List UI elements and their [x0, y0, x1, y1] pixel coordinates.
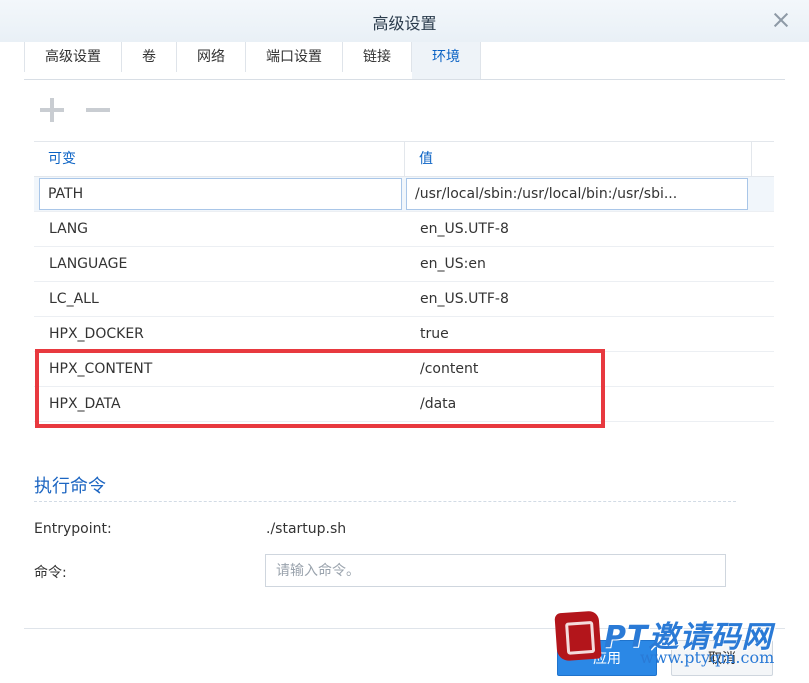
table-row[interactable]: HPX_DOCKER true [34, 317, 774, 352]
close-icon[interactable] [771, 10, 791, 30]
table-header: 可变 值 [34, 142, 774, 177]
variable-value: /data [420, 396, 457, 412]
tab-volume[interactable]: 卷 [122, 42, 177, 72]
section-divider [34, 501, 736, 502]
tab-bar: 高级设置 卷 网络 端口设置 链接 环境 [24, 42, 785, 80]
dialog-title: 高级设置 [372, 14, 437, 33]
variable-name: HPX_DOCKER [49, 326, 144, 342]
command-label: 命令: [34, 565, 67, 581]
entrypoint-value: ./startup.sh [266, 521, 347, 537]
column-header-variable[interactable]: 可变 [34, 142, 405, 176]
tab-links[interactable]: 链接 [343, 42, 412, 72]
add-variable-icon[interactable] [38, 96, 66, 124]
variable-name: HPX_DATA [49, 396, 121, 412]
table-row[interactable]: LANG en_US.UTF-8 [34, 212, 774, 247]
apply-button[interactable]: 应用 [557, 640, 657, 676]
footer-divider [24, 628, 785, 629]
tab-environment[interactable]: 环境 [412, 42, 481, 79]
env-toolbar [38, 96, 112, 126]
variable-name: LANG [49, 221, 89, 237]
variable-value: en_US.UTF-8 [420, 291, 509, 307]
tab-advanced-settings[interactable]: 高级设置 [24, 42, 122, 72]
variable-value: en_US.UTF-8 [420, 221, 509, 237]
command-input[interactable] [265, 554, 726, 587]
entrypoint-label: Entrypoint: [34, 521, 112, 537]
variable-value: true [420, 326, 449, 342]
tab-port-settings[interactable]: 端口设置 [246, 42, 343, 72]
exec-command-section-title: 执行命令 [34, 476, 106, 497]
table-row[interactable]: HPX_DATA /data [34, 387, 774, 422]
table-row[interactable]: LC_ALL en_US.UTF-8 [34, 282, 774, 317]
dialog-titlebar: 高级设置 [0, 0, 809, 42]
table-row[interactable]: LANGUAGE en_US:en [34, 247, 774, 282]
variable-name: HPX_CONTENT [49, 361, 153, 377]
variable-name-input[interactable]: PATH [39, 178, 402, 210]
variable-value: /content [420, 361, 479, 377]
variable-value: en_US:en [420, 256, 486, 272]
remove-variable-icon[interactable] [84, 96, 112, 124]
column-header-value[interactable]: 值 [405, 142, 752, 176]
variable-name: LANGUAGE [49, 256, 128, 272]
environment-table: 可变 值 PATH /usr/local/sbin:/usr/local/bin… [34, 141, 774, 422]
tab-network[interactable]: 网络 [177, 42, 246, 72]
table-row[interactable]: HPX_CONTENT /content [34, 352, 774, 387]
variable-value-input[interactable]: /usr/local/sbin:/usr/local/bin:/usr/sbi.… [406, 178, 748, 210]
table-row-editing[interactable]: PATH /usr/local/sbin:/usr/local/bin:/usr… [34, 177, 774, 212]
cancel-button[interactable]: 取消 [671, 640, 773, 676]
variable-name: LC_ALL [49, 291, 99, 307]
